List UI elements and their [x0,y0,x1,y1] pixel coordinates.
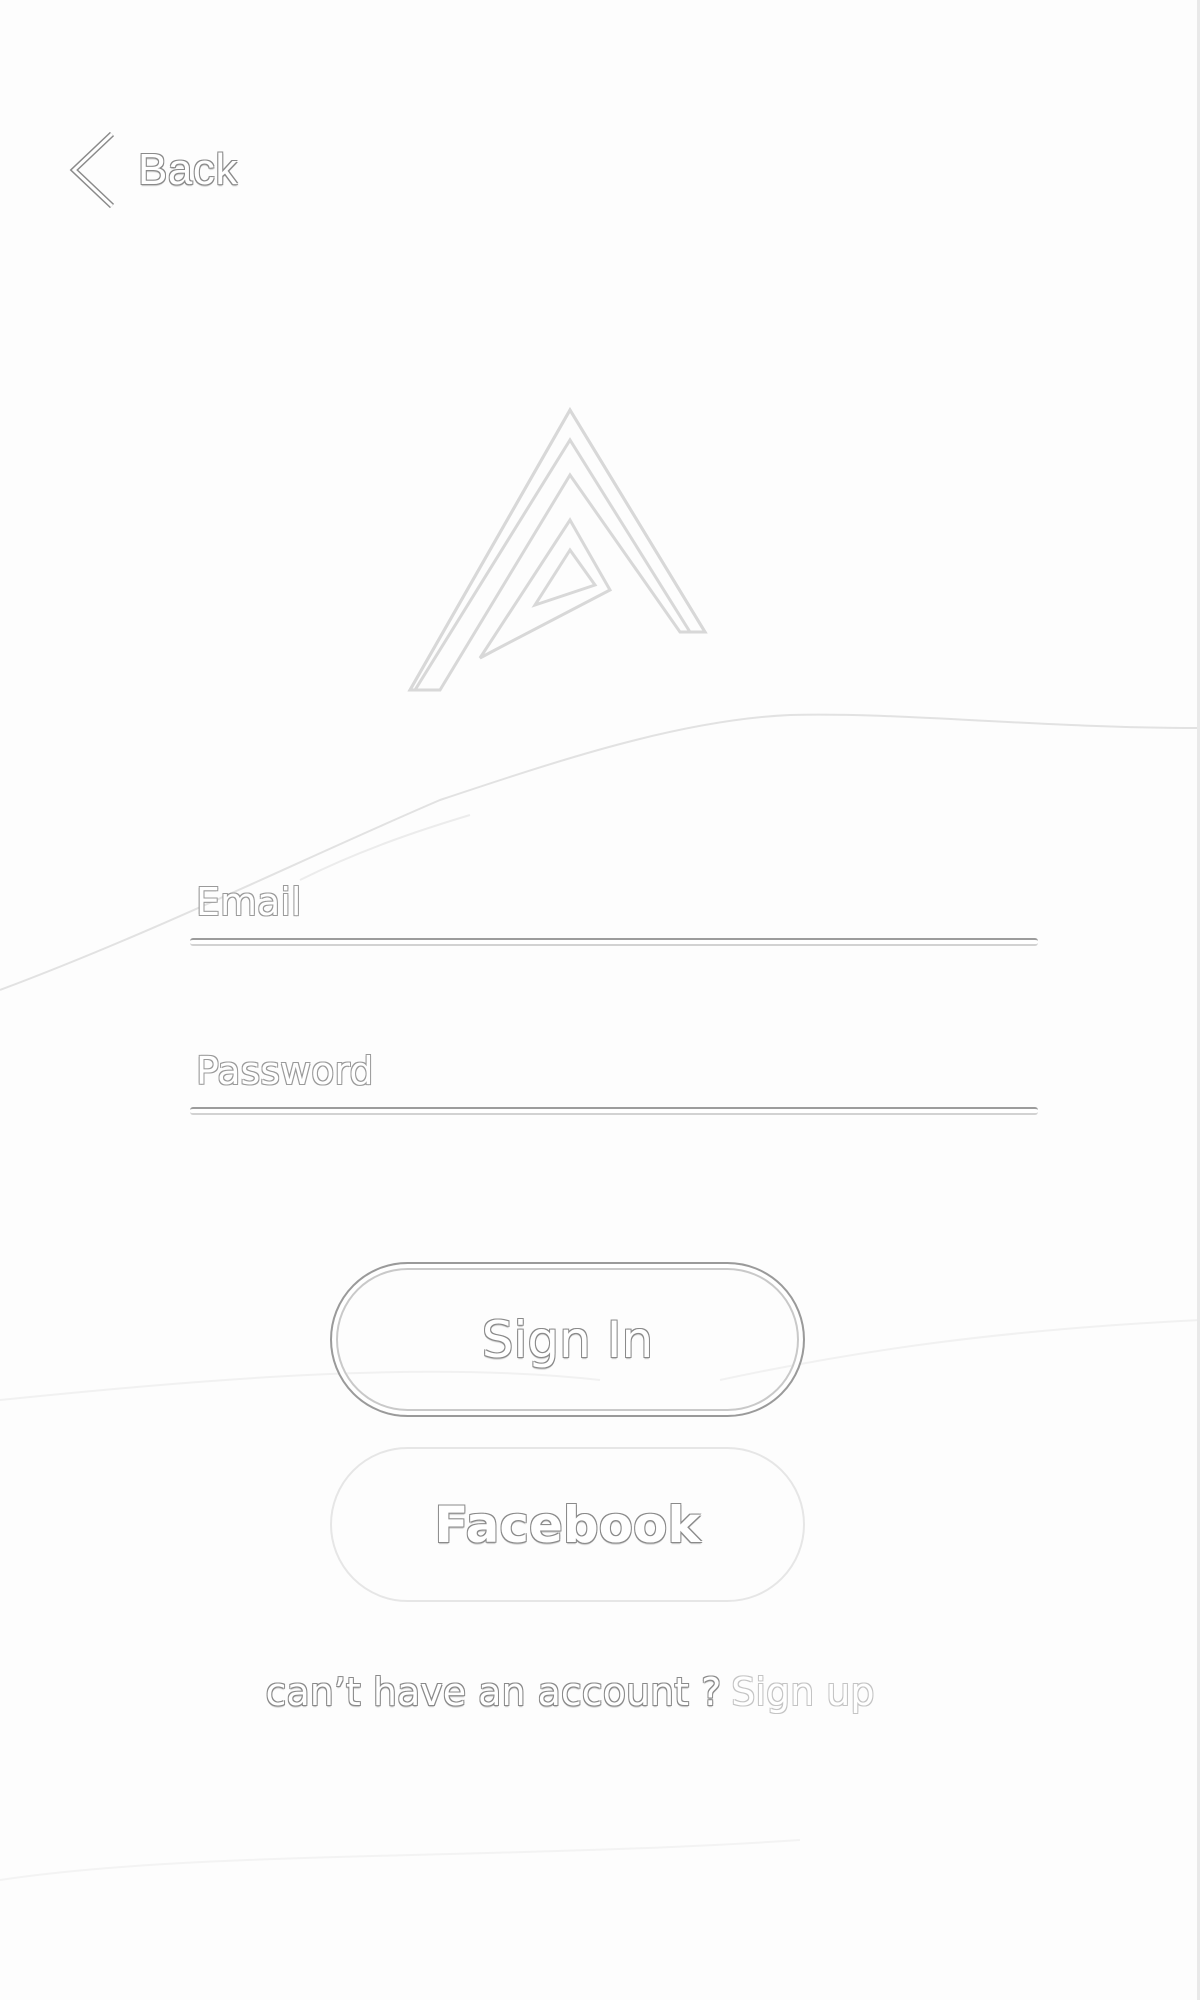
back-button[interactable]: Back [68,130,238,210]
back-label: Back [138,145,238,194]
sign-in-button[interactable]: Sign In [330,1262,805,1417]
facebook-label: Facebook [434,1495,701,1554]
password-field[interactable] [190,1035,1038,1115]
sign-in-screen: Back Sign In Facebook can’t have an acco… [0,0,1200,2000]
email-underline [190,938,1038,946]
email-field[interactable] [190,866,1038,946]
signup-link[interactable]: Sign up [731,1670,874,1714]
sign-in-label: Sign In [481,1310,654,1369]
signup-prompt-text: can’t have an account ? [265,1670,722,1714]
chevron-left-icon [69,131,115,209]
triangle-a-logo [407,407,708,692]
signup-prompt: can’t have an account ? Sign up [0,1670,1140,1714]
password-input[interactable] [190,1035,1038,1107]
password-underline [190,1107,1038,1115]
facebook-button[interactable]: Facebook [330,1447,805,1602]
email-input[interactable] [190,866,1038,938]
